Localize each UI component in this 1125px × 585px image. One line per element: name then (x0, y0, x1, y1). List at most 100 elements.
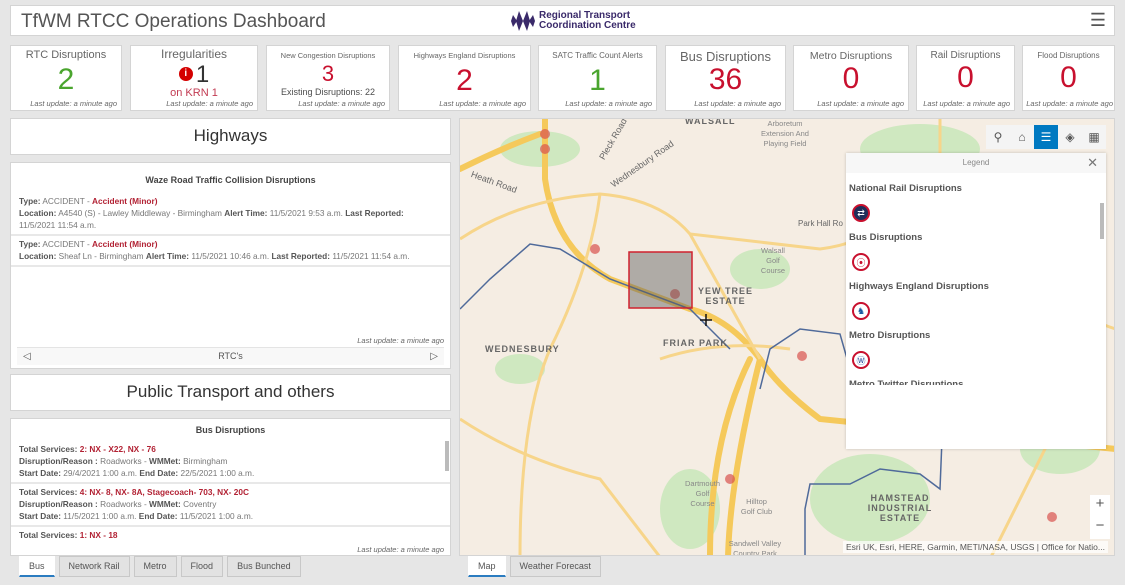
close-icon[interactable]: ✕ (1087, 153, 1098, 173)
card-value: 1 (589, 64, 606, 97)
card-label: Rail Disruptions (930, 50, 1001, 61)
card-value: 3 (321, 61, 335, 86)
list-item[interactable]: Total Services: 1: NX - 18 (11, 527, 450, 544)
rtc-list-panel: Waze Road Traffic Collision Disruptions … (10, 162, 451, 369)
legend-item-label: Highways England Disruptions (849, 281, 989, 292)
card-flood-disruptions: Flood Disruptions 0 Last update: a minut… (1022, 45, 1115, 111)
place-label: FRIAR PARK (663, 338, 728, 348)
bus-list-panel: Bus Disruptions Total Services: 2: NX - … (10, 418, 451, 556)
tab-bus[interactable]: Bus (19, 556, 55, 577)
highways-header: Highways (10, 118, 451, 155)
card-update: Last update: a minute ago (166, 99, 253, 108)
place-label: Hilltop Golf Club (740, 497, 773, 516)
tab-bus-bunched[interactable]: Bus Bunched (227, 556, 301, 577)
tab-metro[interactable]: Metro (133, 556, 177, 577)
section-title: Public Transport and others (126, 382, 335, 401)
card-label: New Congestion Disruptions (280, 51, 376, 60)
card-update: Last update: a minute ago (565, 99, 652, 108)
card-sub: Existing Disruptions: 22 (280, 87, 376, 97)
map-tabs: Map Weather Forecast (468, 556, 601, 577)
road-label: Park Hall Ro (798, 219, 843, 228)
tab-network-rail[interactable]: Network Rail (58, 556, 130, 577)
map-view[interactable]: WALSALL WEDNESBURY FRIAR PARK YEW TREE E… (459, 118, 1115, 556)
card-rtc-disruptions: RTC Disruptions 2 Last update: a minute … (10, 45, 122, 111)
place-label: WEDNESBURY (485, 344, 560, 354)
header-bar: TfWM RTCC Operations Dashboard Regional … (10, 5, 1115, 36)
card-update: Last update: a minute ago (30, 99, 117, 108)
map-toolbar: ⚲ ⌂ ☰ ◈ ▦ (986, 125, 1106, 149)
legend-list-icon[interactable]: ☰ (1034, 125, 1058, 149)
card-value: 0 (1060, 61, 1077, 94)
tab-flood[interactable]: Flood (180, 556, 224, 577)
card-label: RTC Disruptions (25, 49, 107, 61)
list-nav: ◁ RTC's ▷ (17, 347, 444, 365)
logo-text-2: Coordination Centre (539, 20, 636, 31)
highways-england-icon: ♞ (852, 302, 870, 320)
card-sub: on KRN 1 (170, 87, 218, 99)
info-alert-icon: i (178, 67, 193, 81)
list-item[interactable]: Type: ACCIDENT - Accident (Minor) Locati… (11, 193, 450, 236)
place-label: Arboretum Extension And Playing Field (761, 119, 809, 148)
card-update: Last update: a minute ago (923, 99, 1010, 108)
zoom-out-button[interactable]: − (1090, 517, 1110, 539)
public-tabs: Bus Network Rail Metro Flood Bus Bunched (19, 556, 301, 577)
place-label: Walsall Golf Course (760, 246, 786, 275)
logo-icon (511, 11, 535, 31)
card-value: 1 (195, 61, 210, 88)
place-label: Sandwell Valley Country Park (728, 539, 782, 556)
bus-disruption-icon: ⦿ (852, 253, 870, 271)
legend-scrollbar[interactable] (1100, 203, 1104, 239)
legend-panel: Legend ✕ National Rail Disruptions ⇄ Bus … (846, 153, 1106, 449)
list-item[interactable]: Total Services: 4: NX- 8, NX- 8A, Stagec… (11, 484, 450, 527)
nav-label: RTC's (218, 351, 243, 361)
card-value: 2 (456, 64, 473, 97)
card-rail-disruptions: Rail Disruptions 0 Last update: a minute… (916, 45, 1015, 111)
legend-item-label: National Rail Disruptions (849, 183, 962, 194)
public-transport-header: Public Transport and others (10, 374, 451, 411)
national-rail-icon: ⇄ (852, 204, 870, 222)
place-label: HAMSTEAD INDUSTRIAL ESTATE (867, 493, 933, 523)
legend-item-label: Metro Twitter Disruptions (849, 379, 964, 385)
place-label: WALSALL (685, 118, 736, 126)
search-icon[interactable]: ⚲ (986, 125, 1010, 149)
scrollbar[interactable] (445, 441, 449, 471)
card-new-congestion: New Congestion Disruptions 3 Existing Di… (266, 45, 390, 111)
legend-item-label: Bus Disruptions (849, 232, 923, 243)
card-label: Flood Disruptions (1037, 51, 1100, 60)
page-title: TfWM RTCC Operations Dashboard (21, 11, 326, 32)
list-item[interactable]: Total Services: 2: NX - X22, NX - 76 Dis… (11, 441, 450, 484)
card-value: 36 (708, 63, 743, 96)
card-label: SATC Traffic Count Alerts (552, 51, 643, 60)
card-update: Last update: a minute ago (439, 99, 526, 108)
list-item[interactable]: Type: ACCIDENT - Accident (Minor) Locati… (11, 236, 450, 267)
legend-item-label: Metro Disruptions (849, 330, 931, 341)
card-update: Last update: a minute ago (1026, 99, 1113, 108)
place-label: YEW TREE ESTATE (698, 286, 754, 306)
rtcc-logo: Regional Transport Coordination Centre (511, 9, 636, 33)
card-value: 0 (957, 61, 974, 94)
card-label: Irregularities (160, 47, 228, 61)
card-label: Metro Disruptions (809, 50, 893, 62)
tab-weather-forecast[interactable]: Weather Forecast (509, 556, 601, 577)
card-bus-disruptions: Bus Disruptions 36 Last update: a minute… (665, 45, 786, 111)
zoom-in-button[interactable]: + (1090, 495, 1110, 517)
basemap-gallery-icon[interactable]: ▦ (1082, 125, 1106, 149)
legend-title: Legend (962, 158, 990, 167)
layers-icon[interactable]: ◈ (1058, 125, 1082, 149)
metro-disruption-icon: Ⓦ (852, 351, 870, 369)
section-title: Highways (193, 126, 268, 145)
card-value: 0 (842, 62, 860, 95)
card-update: Last update: a minute ago (298, 99, 385, 108)
place-label: Dartmouth Golf Course (685, 479, 721, 508)
list-title: Bus Disruptions (195, 425, 266, 435)
map-attribution: Esri UK, Esri, HERE, Garmin, METI/NASA, … (843, 541, 1108, 553)
selection-rectangle[interactable] (628, 251, 693, 309)
card-irregularities: Irregularities i1 on KRN 1 Last update: … (130, 45, 258, 111)
hamburger-menu-icon[interactable]: ☰ (1090, 10, 1106, 31)
card-satc-alerts: SATC Traffic Count Alerts 1 Last update:… (538, 45, 657, 111)
tab-map[interactable]: Map (468, 556, 506, 577)
home-icon[interactable]: ⌂ (1010, 125, 1034, 149)
next-arrow-icon[interactable]: ▷ (430, 351, 438, 362)
card-value: 2 (57, 63, 75, 96)
card-highways-england: Highways England Disruptions 2 Last upda… (398, 45, 531, 111)
